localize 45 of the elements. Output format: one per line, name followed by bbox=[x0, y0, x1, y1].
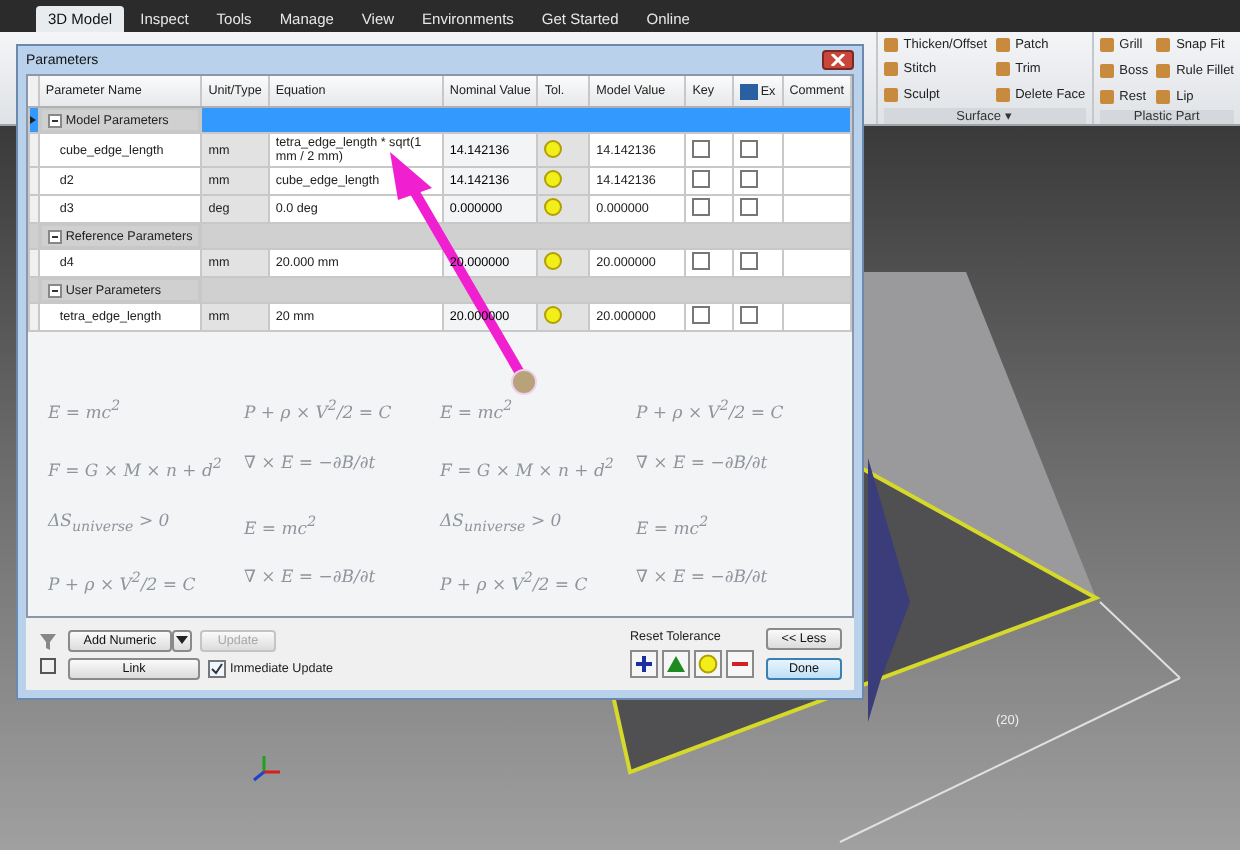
formula-watermark: F = G × M × n + d$^{2}$ bbox=[440, 453, 614, 482]
key-checkbox[interactable] bbox=[692, 198, 711, 216]
median-tolerance-button[interactable] bbox=[662, 650, 690, 678]
nominal-tolerance-button[interactable] bbox=[694, 650, 722, 678]
collapse-icon[interactable] bbox=[47, 283, 62, 297]
triangle-icon bbox=[666, 654, 686, 674]
export-checkbox[interactable] bbox=[740, 306, 759, 324]
formula-watermark: E = mc$^{2}$ bbox=[440, 396, 513, 424]
dropdown-button[interactable] bbox=[172, 629, 192, 651]
formula-watermark: E = mc$^{2}$ bbox=[48, 396, 121, 424]
formula-watermark: ΔS$_{universe}$ > 0 bbox=[48, 511, 170, 539]
formula-watermark: P + ρ × V$^{2}$/2 = C bbox=[48, 568, 196, 597]
formula-watermark: F = G × M × n + d$^{2}$ bbox=[48, 453, 222, 482]
formula-watermark: ∇ × E = −∂B/∂t bbox=[636, 568, 768, 593]
formula-watermark: ∇ × E = −∂B/∂t bbox=[636, 453, 768, 478]
export-checkbox[interactable] bbox=[740, 139, 759, 157]
formula-watermark: E = mc$^{2}$ bbox=[636, 511, 709, 539]
upper-tolerance-button[interactable] bbox=[630, 650, 658, 678]
circle-icon bbox=[698, 654, 718, 674]
axis-icon bbox=[253, 756, 280, 782]
check-icon bbox=[210, 661, 224, 675]
close-icon bbox=[830, 54, 846, 66]
plus-icon bbox=[634, 654, 654, 674]
key-checkbox[interactable] bbox=[692, 139, 711, 157]
key-checkbox[interactable] bbox=[692, 252, 711, 270]
formula-watermark: P + ρ × V$^{2}$/2 = C bbox=[244, 396, 392, 424]
formula-watermark: P + ρ × V$^{2}$/2 = C bbox=[440, 568, 588, 597]
formula-watermark: P + ρ × V$^{2}$/2 = C bbox=[636, 396, 784, 424]
key-checkbox[interactable] bbox=[692, 306, 711, 324]
caret-icon bbox=[176, 636, 188, 644]
key-checkbox[interactable] bbox=[692, 170, 711, 188]
filter-button[interactable] bbox=[38, 633, 56, 651]
collapse-icon[interactable] bbox=[47, 113, 62, 127]
lower-tolerance-button[interactable] bbox=[726, 650, 754, 678]
collapse-icon[interactable] bbox=[47, 229, 62, 243]
export-checkbox[interactable] bbox=[740, 198, 759, 216]
formula-watermark: ∇ × E = −∂B/∂t bbox=[244, 568, 376, 593]
formula-watermark: ΔS$_{universe}$ > 0 bbox=[440, 511, 562, 539]
formula-watermark: ∇ × E = −∂B/∂t bbox=[244, 453, 376, 478]
export-checkbox[interactable] bbox=[740, 170, 759, 188]
export-checkbox[interactable] bbox=[740, 252, 759, 270]
close-button[interactable] bbox=[822, 50, 854, 70]
filter-icon bbox=[39, 634, 55, 650]
export-icon bbox=[740, 83, 759, 99]
formula-watermark: E = mc$^{2}$ bbox=[244, 511, 317, 539]
